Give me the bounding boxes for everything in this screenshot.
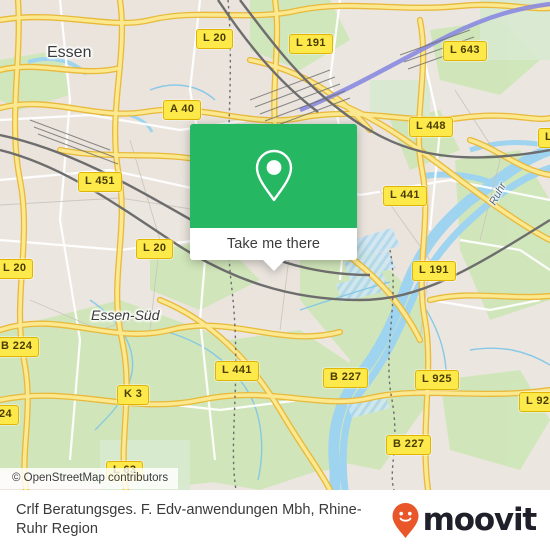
location-popup-card[interactable]: Take me there (190, 124, 357, 271)
road-shield: A 40 (163, 100, 202, 120)
road-shield: K 3 (117, 385, 150, 405)
road-shield: L 20 (136, 239, 174, 259)
road-shield: 24 (0, 405, 20, 425)
map-attribution[interactable]: © OpenStreetMap contributors (0, 468, 179, 489)
location-title: Crlf Beratungsges. F. Edv-anwendungen Mb… (16, 502, 362, 537)
footer-bar: Crlf Beratungsges. F. Edv-anwendungen Mb… (0, 490, 550, 550)
road-shield: L 448 (409, 117, 453, 137)
place-label-essen-sued: Essen-Süd (91, 307, 160, 323)
road-shield: L 925 (415, 370, 459, 390)
road-shield: L 20 (196, 29, 234, 49)
road-shield: B 227 (323, 368, 369, 388)
road-shield: L 20 (0, 259, 34, 279)
road-shield: B 227 (386, 435, 432, 455)
card-pointer-tail (262, 260, 285, 271)
moovit-wordmark: moovit (422, 501, 538, 538)
moovit-smiley-pin-icon (392, 502, 419, 538)
road-shield: L 441 (215, 361, 259, 381)
take-me-there-label: Take me there (226, 236, 321, 252)
road-shield: L 925 (519, 392, 550, 412)
map-viewport[interactable]: Essen Essen-Süd Ruhr L 20 L 191 L 643 A … (0, 0, 550, 490)
road-shield: L 441 (383, 186, 427, 206)
card-icon-area (190, 124, 357, 228)
card-action-area[interactable]: Take me there (190, 228, 357, 271)
place-label-essen: Essen (47, 44, 92, 61)
road-shield: L 191 (289, 34, 333, 54)
road-shield: B 224 (0, 337, 40, 357)
road-shield: L 451 (78, 172, 122, 192)
road-shield: L (538, 128, 550, 148)
map-pin-icon (255, 149, 292, 202)
moovit-location-card-screenshot: Essen Essen-Süd Ruhr L 20 L 191 L 643 A … (0, 0, 550, 550)
road-shield: L 643 (443, 41, 487, 61)
road-shield: L 191 (412, 261, 456, 281)
moovit-logo[interactable]: moovit (391, 501, 538, 539)
